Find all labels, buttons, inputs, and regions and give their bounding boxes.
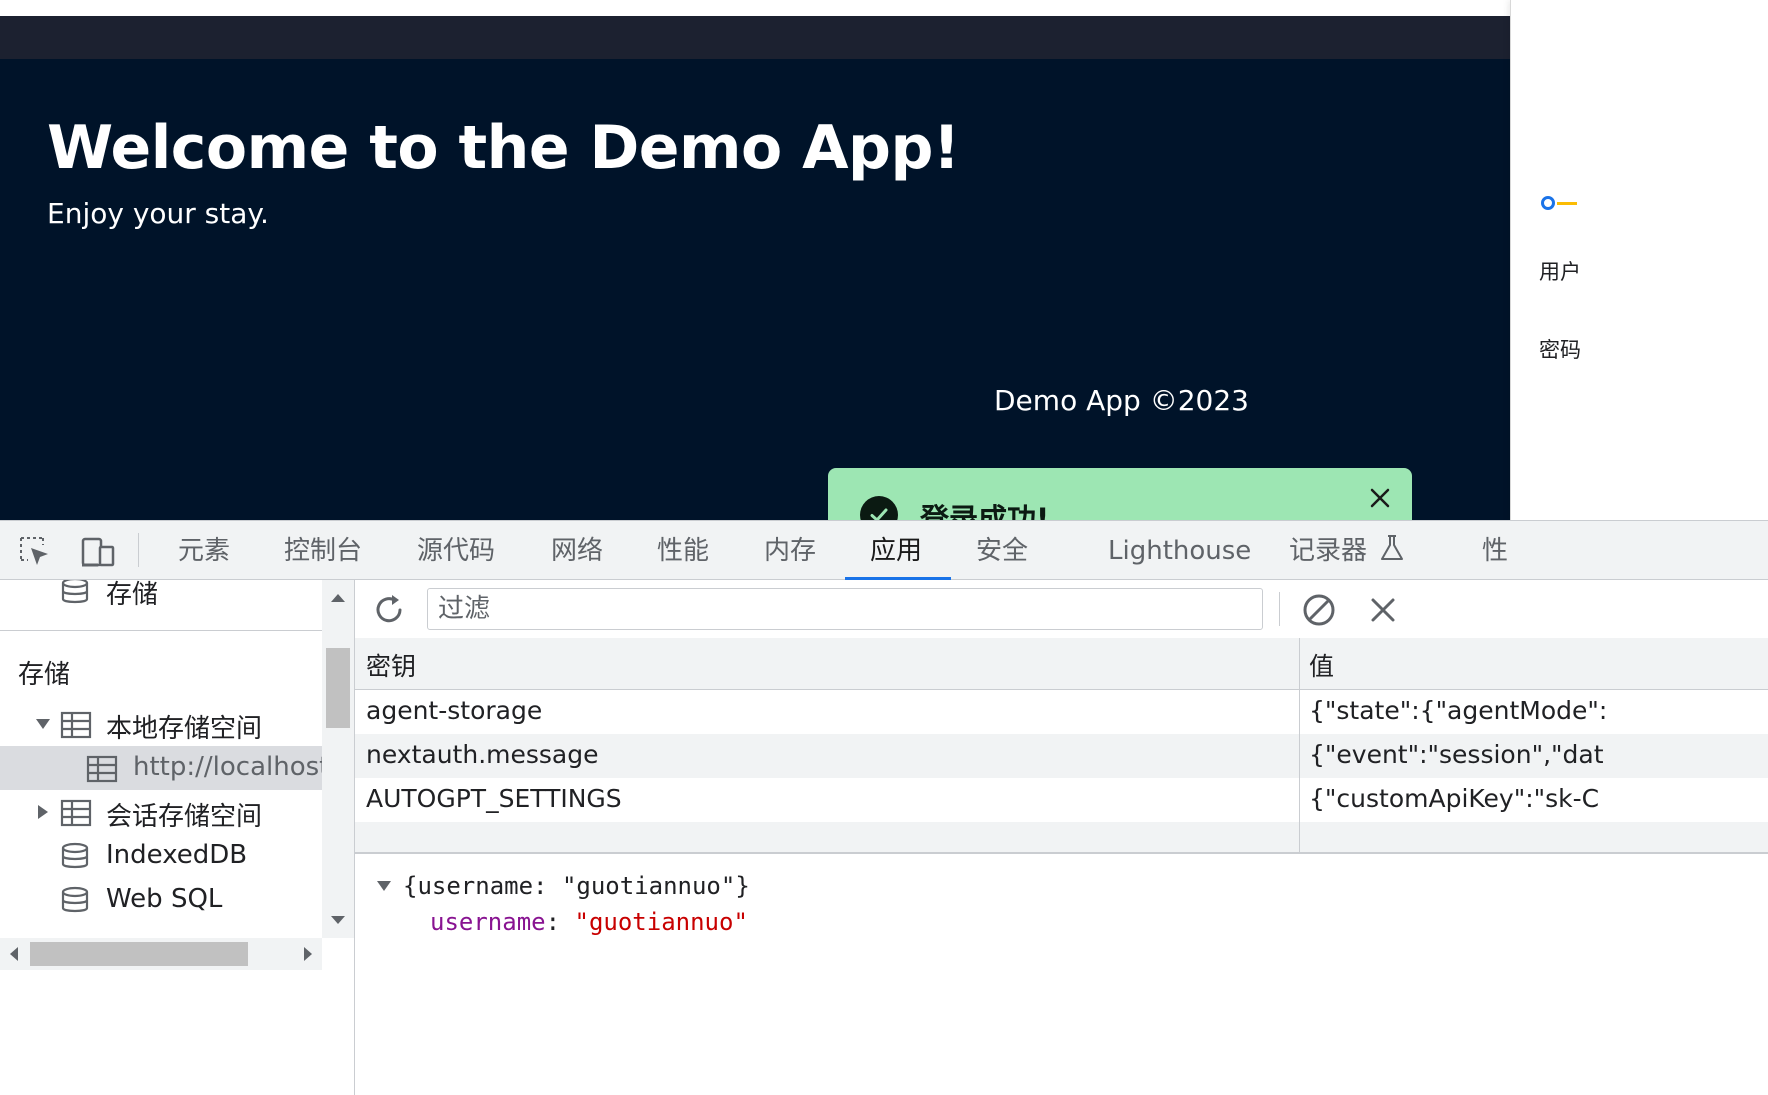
tree-item-label: IndexedDB: [106, 840, 248, 870]
experiment-flask-icon: [1381, 535, 1404, 560]
app-navbar: [0, 16, 1510, 59]
block-icon: [1303, 594, 1335, 626]
value-preview: {username: "guotiannuo"} username: "guot…: [355, 856, 1768, 1095]
tree-item-session-storage[interactable]: 会话存储空间: [0, 790, 322, 834]
tree-horizontal-scrollbar[interactable]: [0, 938, 322, 970]
page-title: Welcome to the Demo App!: [47, 113, 960, 183]
browser-top-strip: [0, 0, 1510, 16]
page-subtitle: Enjoy your stay.: [47, 197, 269, 230]
tab-application[interactable]: 应用: [870, 521, 922, 579]
preview-summary: {username: "guotiannuo"}: [403, 872, 750, 900]
toolbar-divider: [138, 533, 139, 567]
table-row[interactable]: agent-storage {"state":{"agentMode":: [355, 690, 1768, 734]
tree-item-label: 存储: [106, 580, 159, 610]
toast-close-button[interactable]: [1366, 484, 1394, 512]
tab-elements[interactable]: 元素: [178, 521, 230, 579]
devtools-tabbar: 元素 控制台 源代码 网络 性能 内存 应用 安全 Lighthouse 记录器…: [0, 520, 1768, 580]
row-key: nextauth.message: [366, 740, 599, 769]
table-row[interactable]: nextauth.message {"event":"session","dat: [355, 734, 1768, 778]
refresh-button[interactable]: [371, 592, 407, 628]
tree-item-localhost-origin[interactable]: http://localhost:3000: [0, 746, 322, 790]
tree-divider: [0, 630, 322, 631]
row-key: AUTOGPT_SETTINGS: [366, 784, 622, 813]
storage-section-heading: 存储: [18, 660, 71, 690]
scroll-up-arrow-icon: [331, 594, 345, 602]
footer-copyright: Demo App ©2023: [994, 384, 1249, 417]
inspect-element-button[interactable]: [18, 535, 52, 569]
scroll-right-arrow-icon: [304, 947, 312, 961]
tree-item-local-storage[interactable]: 本地存储空间: [0, 702, 322, 746]
tree-item-storage-overview[interactable]: 存储: [0, 580, 322, 612]
preview-property-value: "guotiannuo": [574, 908, 748, 936]
table-header: 密钥 值: [355, 638, 1768, 690]
tab-network[interactable]: 网络: [551, 521, 603, 579]
toolbar-divider: [1279, 592, 1280, 626]
row-key: agent-storage: [366, 696, 543, 725]
preview-property-row: username: "guotiannuo": [430, 908, 748, 936]
tab-performance-insights[interactable]: 性: [1482, 521, 1508, 579]
storage-toolbar: [355, 580, 1768, 639]
delete-selected-button[interactable]: [1367, 594, 1399, 626]
password-label: 密码: [1539, 338, 1581, 362]
table-icon: [86, 755, 118, 783]
hero-section: Welcome to the Demo App! Enjoy your stay…: [0, 59, 1510, 560]
scroll-down-arrow-icon: [331, 916, 345, 924]
tab-recorder-label: 记录器: [1289, 536, 1368, 566]
database-icon: [61, 842, 89, 869]
tree-item-label: 本地存储空间: [106, 714, 263, 744]
tree-item-label: Web SQL: [106, 884, 223, 914]
user-label: 用户: [1539, 260, 1581, 284]
scrollbar-thumb[interactable]: [326, 648, 350, 728]
table-icon: [60, 711, 92, 739]
storage-table: 密钥 值 agent-storage {"state":{"agentMode"…: [355, 638, 1768, 854]
tab-sources[interactable]: 源代码: [417, 521, 495, 579]
tab-recorder[interactable]: 记录器: [1289, 521, 1405, 579]
tab-performance[interactable]: 性能: [657, 521, 709, 579]
tab-memory[interactable]: 内存: [764, 521, 816, 579]
database-icon: [61, 886, 89, 913]
tree-vertical-scrollbar[interactable]: [322, 580, 354, 938]
devtools-panel: 元素 控制台 源代码 网络 性能 内存 应用 安全 Lighthouse 记录器…: [0, 520, 1768, 1095]
tab-console[interactable]: 控制台: [284, 521, 362, 579]
tree-item-indexeddb[interactable]: IndexedDB: [0, 834, 322, 878]
table-row-empty: [355, 822, 1768, 852]
row-value: {"state":{"agentMode":: [1309, 696, 1608, 725]
column-header-value[interactable]: 值: [1309, 647, 1768, 683]
table-row[interactable]: AUTOGPT_SETTINGS {"customApiKey":"sk-C: [355, 778, 1768, 822]
device-toolbar-icon: [81, 537, 115, 567]
tab-lighthouse[interactable]: Lighthouse: [1108, 521, 1251, 579]
step-indicator-icon: [1541, 196, 1555, 210]
scrollbar-thumb[interactable]: [30, 942, 248, 966]
triangle-down-icon: [377, 881, 391, 891]
step-indicator-line: [1557, 202, 1577, 205]
database-icon: [61, 580, 89, 604]
tree-item-label: http://localhost:3000: [133, 752, 322, 782]
tab-security[interactable]: 安全: [976, 521, 1028, 579]
filter-input[interactable]: [427, 588, 1263, 630]
row-value: {"customApiKey":"sk-C: [1309, 784, 1600, 813]
refresh-icon: [376, 595, 402, 623]
preview-property-key: username: [430, 908, 546, 936]
triangle-down-icon: [36, 719, 50, 729]
close-icon: [1370, 488, 1390, 508]
column-header-key[interactable]: 密钥: [366, 647, 1286, 683]
triangle-right-icon: [38, 805, 48, 819]
column-divider[interactable]: [1299, 638, 1300, 852]
scroll-left-arrow-icon: [10, 947, 18, 961]
clear-all-button[interactable]: [1301, 592, 1337, 628]
close-icon: [1371, 598, 1395, 622]
application-sidebar: 存储 存储 本地存储空间 http://localhost:3000: [0, 580, 355, 1095]
tree-item-web-sql[interactable]: Web SQL: [0, 878, 322, 922]
device-toolbar-button[interactable]: [80, 535, 115, 569]
inspect-element-icon: [20, 537, 48, 565]
tree-item-label: 会话存储空间: [106, 802, 263, 832]
preview-property-separator: :: [545, 908, 575, 936]
table-icon: [60, 799, 92, 827]
preview-summary-row[interactable]: {username: "guotiannuo"}: [375, 872, 750, 900]
storage-content: 密钥 值 agent-storage {"state":{"agentMode"…: [355, 580, 1768, 1095]
row-value: {"event":"session","dat: [1309, 740, 1604, 769]
